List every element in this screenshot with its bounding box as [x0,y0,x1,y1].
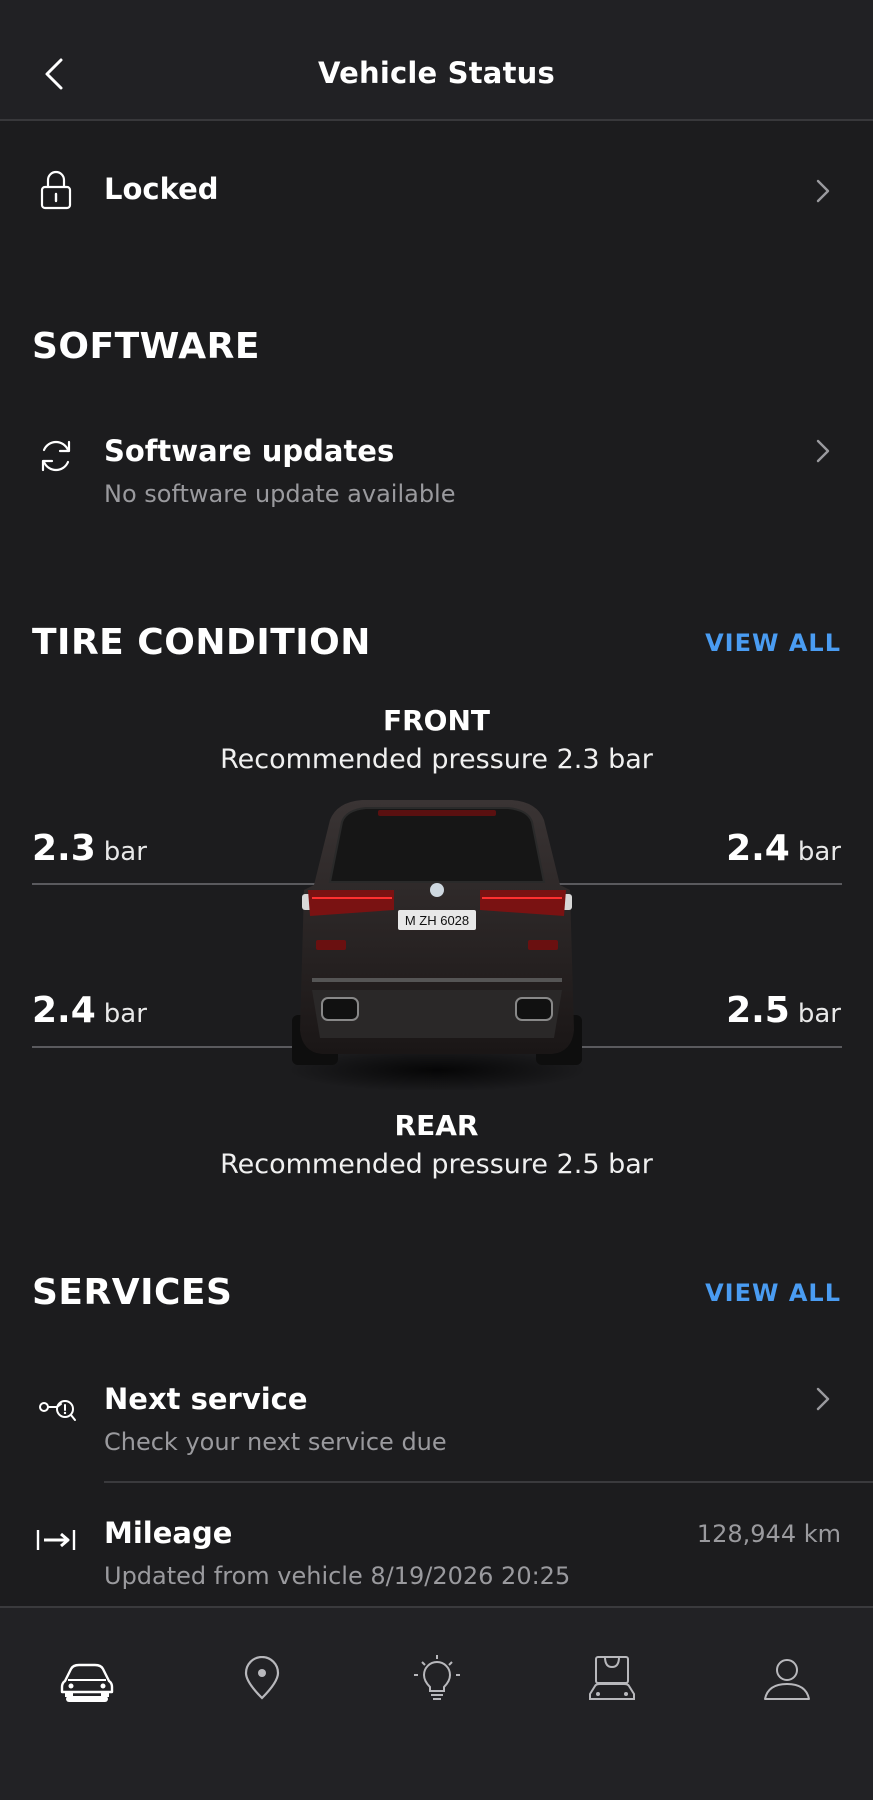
software-updates-subtitle: No software update available [104,480,456,508]
tab-shop[interactable] [577,1644,647,1714]
next-service-title: Next service [104,1382,308,1416]
bottom-tab-bar [0,1606,873,1800]
mileage-row: Mileage Updated from vehicle 8/19/2026 2… [0,1510,873,1610]
location-pin-icon [244,1656,280,1700]
mileage-value: 128,944 km [696,1520,841,1548]
next-service-subtitle: Check your next service due [104,1428,447,1456]
refresh-icon [32,432,80,480]
mileage-subtitle: Updated from vehicle 8/19/2026 20:25 [104,1562,571,1590]
tab-discover[interactable] [402,1644,472,1714]
rear-recommended-pressure: Recommended pressure 2.5 bar [220,1149,653,1180]
tab-map[interactable] [227,1644,297,1714]
tire-view-all-link[interactable]: VIEW ALL [705,629,841,657]
car-icon [60,1663,114,1697]
active-tab-indicator [66,1696,108,1702]
services-section-title: SERVICES [32,1272,233,1313]
tab-profile[interactable] [752,1644,822,1714]
front-left-pressure: 2.3 bar [32,828,147,869]
rear-left-pressure: 2.4 bar [32,990,147,1031]
mileage-arrow-icon [32,1516,80,1564]
profile-icon [764,1659,810,1700]
services-divider [104,1481,873,1483]
chevron-right-icon [816,439,830,463]
service-check-icon [32,1384,80,1432]
front-right-pressure: 2.4 bar [726,828,841,869]
page-title: Vehicle Status [318,56,555,90]
tire-section-title: TIRE CONDITION [32,622,371,663]
lock-status-row[interactable]: Locked [0,150,873,230]
software-updates-row[interactable]: Software updates No software update avai… [0,420,873,520]
padlock-icon [32,166,80,214]
rear-axle-label: REAR [394,1109,479,1142]
header-bar: Vehicle Status [0,0,873,121]
services-view-all-link[interactable]: VIEW ALL [705,1279,841,1307]
front-axle-label: FRONT [382,704,491,737]
chevron-right-icon [816,179,830,203]
lightbulb-icon [414,1655,460,1700]
software-updates-title: Software updates [104,434,395,468]
tab-vehicle[interactable] [52,1644,122,1714]
rear-right-pressure: 2.5 bar [726,990,841,1031]
shop-car-icon [589,1656,635,1700]
vehicle-rear-image: M ZH 6028 [282,790,592,1092]
license-plate: M ZH 6028 [405,913,469,928]
software-section-title: SOFTWARE [32,326,260,367]
mileage-title: Mileage [104,1516,233,1550]
lock-status-label: Locked [104,172,219,206]
front-recommended-pressure: Recommended pressure 2.3 bar [220,744,653,775]
next-service-row[interactable]: Next service Check your next service due [0,1376,873,1476]
chevron-right-icon [816,1387,830,1411]
